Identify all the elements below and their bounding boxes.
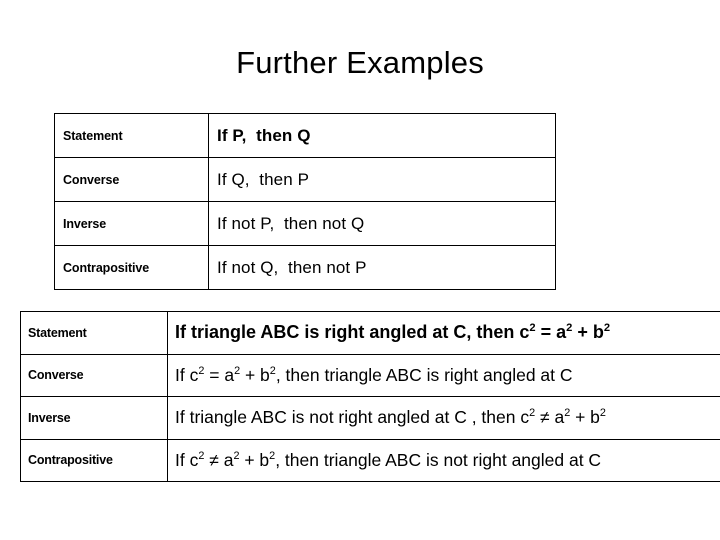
row-value-inverse: If triangle ABC is not right angled at C… <box>167 396 720 440</box>
row-label-inverse: Inverse <box>54 201 209 246</box>
pythagoras-conditional-table: Statement If triangle ABC is right angle… <box>20 311 720 482</box>
row-value-statement: If triangle ABC is right angled at C, th… <box>167 311 720 355</box>
table-row: Contrapositive If not Q, then not P <box>54 245 556 290</box>
table-row: Statement If P, then Q <box>54 113 556 158</box>
row-label-converse: Converse <box>54 157 209 202</box>
row-value-converse: If Q, then P <box>208 157 556 202</box>
table-row: Statement If triangle ABC is right angle… <box>20 311 720 355</box>
generic-conditional-table: Statement If P, then Q Converse If Q, th… <box>54 113 556 290</box>
table-row: Inverse If not P, then not Q <box>54 201 556 246</box>
row-value-statement: If P, then Q <box>208 113 556 158</box>
row-value-inverse: If not P, then not Q <box>208 201 556 246</box>
row-value-contrapositive: If not Q, then not P <box>208 245 556 290</box>
row-value-contrapositive: If c2 ≠ a2 + b2, then triangle ABC is no… <box>167 438 720 482</box>
page-title: Further Examples <box>236 45 484 80</box>
table-row: Converse If c2 = a2 + b2, then triangle … <box>20 353 720 397</box>
table-row: Converse If Q, then P <box>54 157 556 202</box>
row-label-contrapositive: Contrapositive <box>20 438 168 482</box>
table-row: Contrapositive If c2 ≠ a2 + b2, then tri… <box>20 438 720 482</box>
row-label-statement: Statement <box>20 311 168 355</box>
row-value-converse: If c2 = a2 + b2, then triangle ABC is ri… <box>167 353 720 397</box>
row-label-inverse: Inverse <box>20 396 168 440</box>
row-label-contrapositive: Contrapositive <box>54 245 209 290</box>
table-row: Inverse If triangle ABC is not right ang… <box>20 396 720 440</box>
row-label-converse: Converse <box>20 353 168 397</box>
row-label-statement: Statement <box>54 113 209 158</box>
